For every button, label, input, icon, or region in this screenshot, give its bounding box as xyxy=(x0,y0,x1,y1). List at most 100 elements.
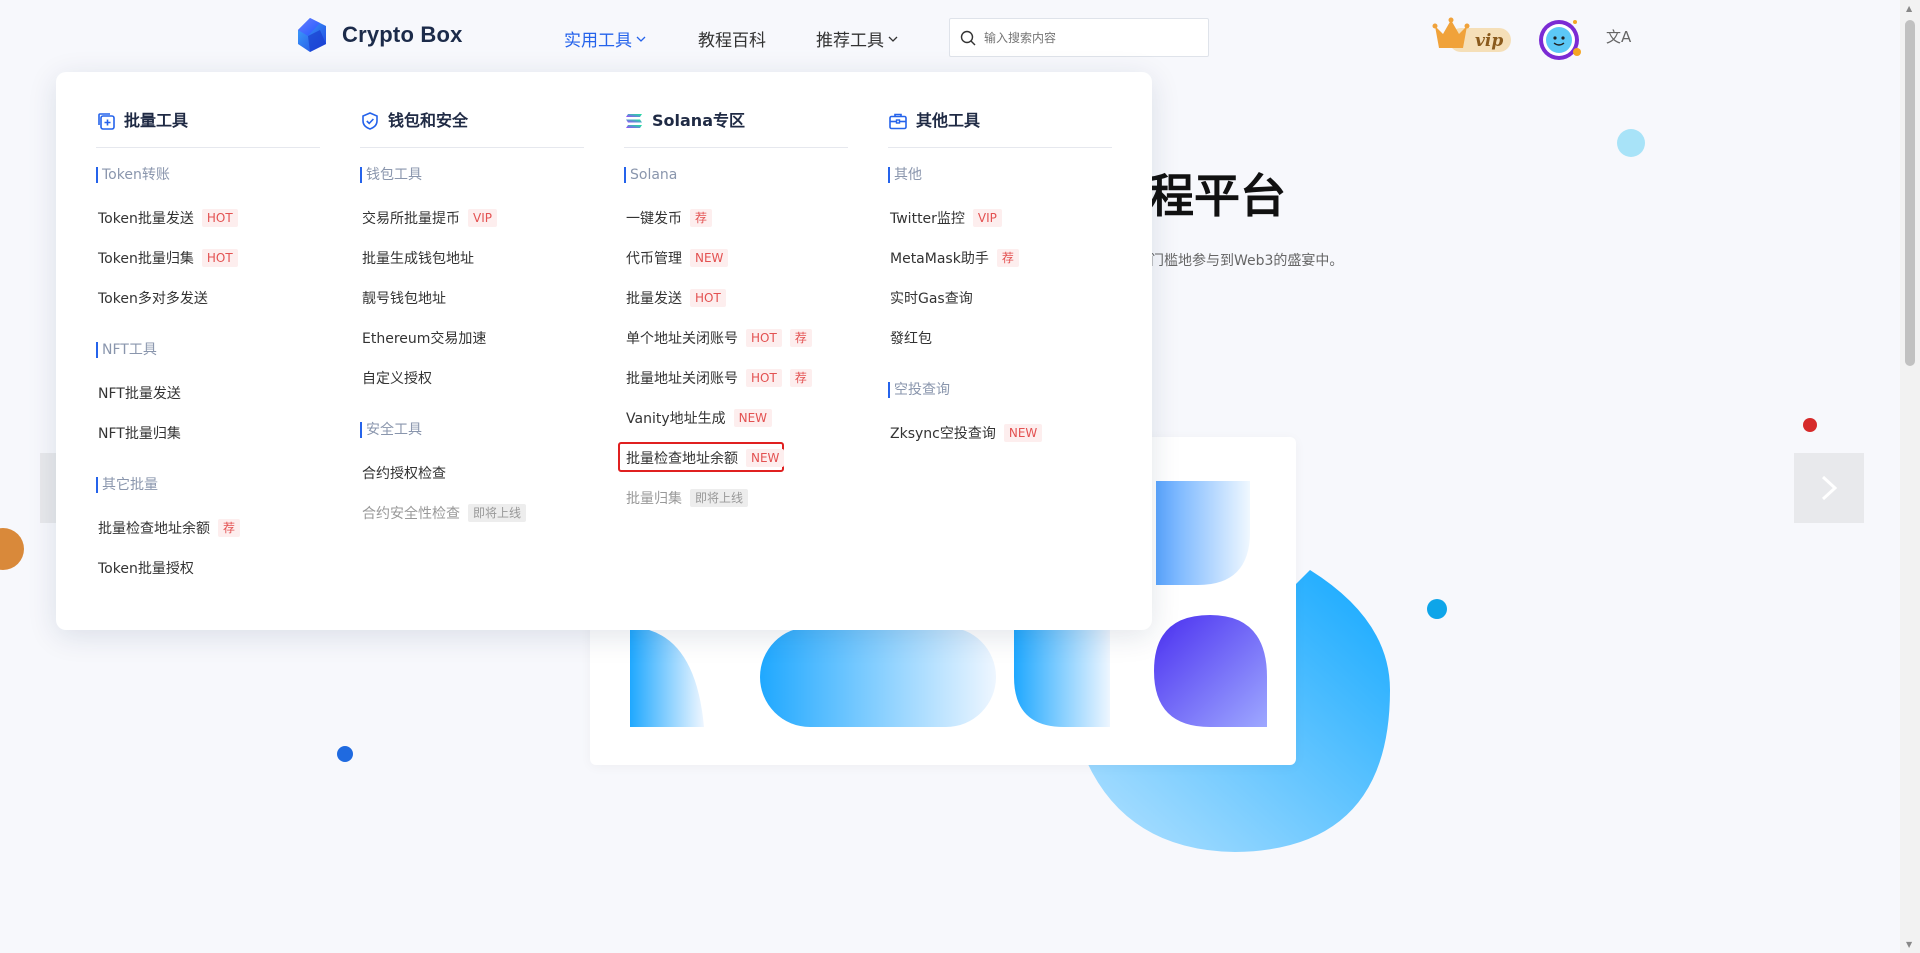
hot-tag: HOT xyxy=(201,209,238,227)
scroll-up-arrow-icon[interactable]: ▲ xyxy=(1906,4,1912,13)
item-label: NFT批量发送 xyxy=(98,386,181,402)
vip-crown-badge[interactable]: vip xyxy=(1431,16,1513,56)
menu-item-vanity-address[interactable]: Vanity地址生成 NEW xyxy=(626,407,773,429)
section-label: 其它批量 xyxy=(96,477,158,493)
item-label: 实时Gas查询 xyxy=(890,291,973,307)
item-label: Token批量授权 xyxy=(98,561,194,577)
item-label: MetaMask助手 xyxy=(890,251,989,267)
menu-item-batch-check-balance[interactable]: 批量检查地址余额 荐 xyxy=(98,517,241,539)
menu-item-red-packet[interactable]: 發红包 xyxy=(890,327,932,349)
search-icon xyxy=(960,30,976,45)
column-title: 钱包和安全 xyxy=(388,111,469,130)
menu-item-sol-batch-check-balance[interactable]: 批量检查地址余额 NEW xyxy=(626,447,785,469)
search-box[interactable] xyxy=(949,18,1209,57)
search-input[interactable] xyxy=(984,30,1184,45)
hot-tag: HOT xyxy=(201,249,238,267)
new-tag: NEW xyxy=(1003,424,1043,442)
hot-tag: HOT xyxy=(746,329,782,347)
nav-label: 实用工具 xyxy=(564,31,632,51)
item-label: Token批量发送 xyxy=(98,211,194,227)
item-label: 批量生成钱包地址 xyxy=(362,251,474,267)
recommend-tag: 荐 xyxy=(996,249,1019,267)
menu-item-batch-close-account[interactable]: 批量地址关闭账号 HOT 荐 xyxy=(626,367,812,389)
recommend-tag: 荐 xyxy=(789,369,812,387)
section-label: 空投查询 xyxy=(888,382,950,398)
section-label: Token转账 xyxy=(96,167,170,183)
column-title: 其他工具 xyxy=(916,111,981,130)
chevron-down-icon xyxy=(636,36,646,42)
menu-item-one-click-token[interactable]: 一键发币 荐 xyxy=(626,207,713,229)
crypto-box-logo-icon xyxy=(298,18,326,52)
item-label: 批量地址关闭账号 xyxy=(626,371,738,387)
menu-item-gas-query[interactable]: 实时Gas查询 xyxy=(890,287,973,309)
nav-practical-tools[interactable]: 实用工具 xyxy=(564,26,646,51)
decorative-dot xyxy=(0,528,24,570)
recommend-tag: 荐 xyxy=(789,329,812,347)
new-tag: NEW xyxy=(690,249,729,267)
page-scrollbar[interactable]: ▲ ▼ xyxy=(1900,0,1920,953)
nav-label: 教程百科 xyxy=(698,31,766,51)
menu-item-exchange-batch-withdraw[interactable]: 交易所批量提币 VIP xyxy=(362,207,497,229)
vip-tag: VIP xyxy=(972,209,1002,227)
column-title: 批量工具 xyxy=(124,111,189,130)
menu-item-zksync-airdrop[interactable]: Zksync空投查询 NEW xyxy=(890,422,1043,444)
column-header: 钱包和安全 xyxy=(360,110,584,148)
section-label: 安全工具 xyxy=(360,422,422,438)
vip-tag: VIP xyxy=(468,209,497,227)
menu-item-token-management[interactable]: 代币管理 NEW xyxy=(626,247,729,269)
recommend-tag: 荐 xyxy=(218,519,241,537)
menu-item-nft-batch-collect[interactable]: NFT批量归集 xyxy=(98,422,181,444)
scroll-down-arrow-icon[interactable]: ▼ xyxy=(1906,940,1912,949)
menu-item-nft-batch-send[interactable]: NFT批量发送 xyxy=(98,382,181,404)
item-label: 批量发送 xyxy=(626,291,682,307)
menu-item-batch-generate-wallets[interactable]: 批量生成钱包地址 xyxy=(362,247,474,269)
item-label: 自定义授权 xyxy=(362,371,432,387)
item-label: 批量检查地址余额 xyxy=(626,451,738,467)
item-label: 發红包 xyxy=(890,331,932,347)
nav-label: 推荐工具 xyxy=(816,31,884,51)
decorative-dot xyxy=(1617,129,1645,157)
menu-item-metamask-helper[interactable]: MetaMask助手 荐 xyxy=(890,247,1019,269)
item-label: 代币管理 xyxy=(626,251,682,267)
item-label: NFT批量归集 xyxy=(98,426,181,442)
nav-tutorials[interactable]: 教程百科 xyxy=(698,26,766,51)
item-label: Zksync空投查询 xyxy=(890,426,996,442)
copy-icon xyxy=(98,113,115,130)
menu-item-token-many-to-many[interactable]: Token多对多发送 xyxy=(98,287,208,309)
logo[interactable]: Crypto Box xyxy=(296,16,463,54)
language-switch-icon[interactable]: 文A xyxy=(1606,26,1631,47)
chevron-right-icon xyxy=(1821,475,1838,501)
decorative-dot xyxy=(1427,599,1447,619)
solana-icon xyxy=(626,114,642,128)
scrollbar-thumb[interactable] xyxy=(1905,20,1915,366)
menu-item-token-batch-send[interactable]: Token批量发送 HOT xyxy=(98,207,238,229)
chevron-down-icon xyxy=(888,36,898,42)
hero-title: 程平台 xyxy=(1148,169,1286,223)
menu-item-custom-approve[interactable]: 自定义授权 xyxy=(362,367,432,389)
menu-item-vanity-wallet[interactable]: 靓号钱包地址 xyxy=(362,287,446,309)
menu-item-single-close-account[interactable]: 单个地址关闭账号 HOT 荐 xyxy=(626,327,812,349)
column-header: 批量工具 xyxy=(96,110,320,148)
item-label: 单个地址关闭账号 xyxy=(626,331,738,347)
carousel-next-button[interactable] xyxy=(1794,453,1864,523)
column-title: Solana专区 xyxy=(652,111,745,130)
user-avatar[interactable] xyxy=(1537,16,1583,62)
menu-item-token-batch-collect[interactable]: Token批量归集 HOT xyxy=(98,247,238,269)
menu-item-twitter-monitor[interactable]: Twitter监控 VIP xyxy=(890,207,1002,229)
decorative-dot xyxy=(1803,418,1817,432)
menu-item-contract-approval-check[interactable]: 合约授权检查 xyxy=(362,462,446,484)
item-label: 批量检查地址余额 xyxy=(98,521,210,537)
coming-soon-tag: 即将上线 xyxy=(468,504,527,522)
menu-item-sol-batch-send[interactable]: 批量发送 HOT xyxy=(626,287,726,309)
hot-tag: HOT xyxy=(746,369,782,387)
item-label: 批量归集 xyxy=(626,491,682,507)
section-label: 其他 xyxy=(888,167,922,183)
item-label: Token多对多发送 xyxy=(98,291,208,307)
tools-dropdown-panel: 批量工具 Token转账 Token批量发送 HOT Token批量归集 HOT… xyxy=(56,72,1152,630)
menu-item-eth-tx-accelerate[interactable]: Ethereum交易加速 xyxy=(362,327,486,349)
nav-recommended-tools[interactable]: 推荐工具 xyxy=(816,26,898,51)
hot-tag: HOT xyxy=(690,289,726,307)
menu-item-token-batch-approve[interactable]: Token批量授权 xyxy=(98,557,194,579)
column-header: Solana专区 xyxy=(624,110,848,148)
menu-item-contract-security-check: 合约安全性检查 即将上线 xyxy=(362,502,527,524)
